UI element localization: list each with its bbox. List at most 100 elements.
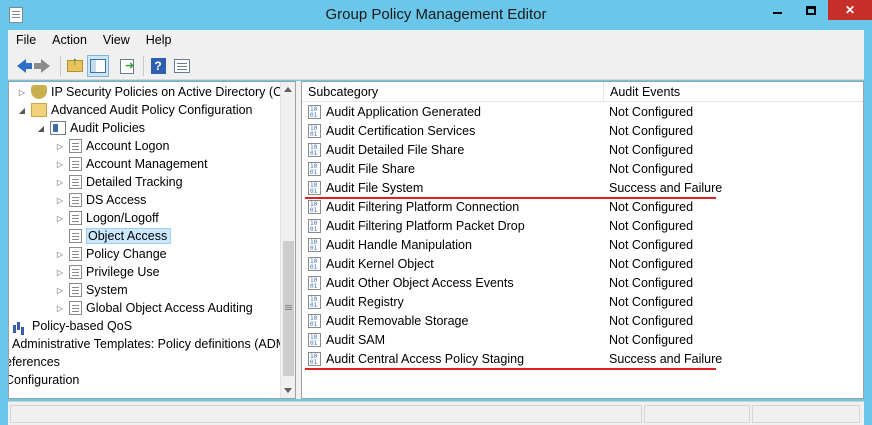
properties-button[interactable] [171,55,193,77]
toolbar: ? [8,50,864,80]
list-row[interactable]: Audit Registry Not Configured [302,293,863,312]
show-hide-tree-button[interactable] [87,55,109,77]
tree-item-label: Privilege Use [86,265,160,279]
back-arrow-icon [16,59,32,73]
expand-icon[interactable]: ▷ [55,160,65,169]
collapse-icon[interactable]: ◢ [17,106,27,115]
properties-icon [174,59,190,73]
list-row[interactable]: Audit File Share Not Configured [302,160,863,179]
export-list-button[interactable] [116,55,138,77]
list-row[interactable]: Audit Central Access Policy Staging Succe… [302,350,863,369]
tree-item-configuration[interactable]: Configuration [8,371,80,389]
tree-item-preferences[interactable]: eferences [9,353,60,371]
tree-item-label: Detailed Tracking [86,175,183,189]
audit-events-value: Not Configured [609,295,694,309]
subcategory-name: Audit Central Access Policy Staging [326,352,525,366]
forward-button[interactable] [33,55,56,77]
list-row[interactable]: Audit Application Generated Not Configure… [302,103,863,122]
expand-icon[interactable]: ▷ [55,142,65,151]
tree-item-account-management[interactable]: ▷ Account Management [55,155,208,173]
tree-item-policy-change[interactable]: ▷ Policy Change [55,245,167,263]
document-icon [69,265,82,279]
list-row[interactable]: Audit Removable Storage Not Configured [302,312,863,331]
shield-icon [31,85,47,99]
tree-item-label: IP Security Policies on Active Directory… [51,85,292,99]
tree-item-label: Administrative Templates: Policy definit… [12,337,287,351]
list-row[interactable]: Audit File System Success and Failure [302,179,863,198]
document-icon [69,211,82,225]
tree-pane[interactable]: ▷ IP Security Policies on Active Directo… [8,81,296,399]
tree-item-account-logon[interactable]: ▷ Account Logon [55,137,169,155]
list-row[interactable]: Audit SAM Not Configured [302,331,863,350]
expand-icon[interactable]: ▷ [55,250,65,259]
menu-view[interactable]: View [95,33,138,47]
expand-icon[interactable]: ▷ [55,268,65,277]
tree-item-object-access[interactable]: Object Access [55,227,172,245]
column-header-subcategory[interactable]: Subcategory [302,82,604,102]
tree-item-audit-policies[interactable]: ◢ Audit Policies [36,119,145,137]
subcategory-name: Audit Filtering Platform Packet Drop [326,219,525,233]
audit-setting-icon [308,105,321,119]
back-button[interactable] [10,55,32,77]
list-row[interactable]: Audit Other Object Access Events Not Conf… [302,274,863,293]
expand-icon[interactable]: ▷ [55,286,65,295]
tree-item-label: Account Logon [86,139,170,153]
tree-item-ip-security[interactable]: ▷ IP Security Policies on Active Directo… [17,83,292,101]
up-one-level-button[interactable] [64,54,86,77]
tree-item-privilege-use[interactable]: ▷ Privilege Use [55,263,160,281]
tree-item-global-object-access[interactable]: ▷ Global Object Access Auditing [55,299,253,317]
tree-item-policy-based-qos[interactable]: Policy-based QoS [12,317,132,335]
expand-icon[interactable]: ▷ [17,88,27,97]
status-segment [10,405,642,423]
tree-item-detailed-tracking[interactable]: ▷ Detailed Tracking [55,173,183,191]
menu-file[interactable]: File [8,33,44,47]
tree-item-label: Global Object Access Auditing [86,301,253,315]
audit-events-value: Not Configured [609,238,694,252]
tree-item-logon-logoff[interactable]: ▷ Logon/Logoff [55,209,159,227]
maximize-button[interactable] [794,0,828,20]
tree-item-system[interactable]: ▷ System [55,281,128,299]
audit-setting-icon [308,219,321,233]
tree-item-label: Configuration [8,373,80,387]
list-row[interactable]: Audit Filtering Platform Packet Drop Not … [302,217,863,236]
scroll-thumb[interactable] [283,241,294,376]
menu-action[interactable]: Action [44,33,95,47]
expand-icon[interactable]: ▷ [55,214,65,223]
close-button[interactable]: ✕ [828,0,872,20]
audit-events-value: Not Configured [609,124,694,138]
tree-item-label: Logon/Logoff [86,211,159,225]
menu-bar: File Action View Help [8,30,864,50]
audit-events-value: Not Configured [609,200,694,214]
subcategory-name: Audit Certification Services [326,124,476,138]
list-row[interactable]: Audit Certification Services Not Configur… [302,122,863,141]
scroll-down-icon[interactable] [284,388,292,393]
list-row[interactable]: Audit Detailed File Share Not Configured [302,141,863,160]
list-row[interactable]: Audit Filtering Platform Connection Not C… [302,198,863,217]
help-button[interactable]: ? [147,55,169,77]
minimize-button[interactable] [760,0,794,20]
list-row[interactable]: Audit Handle Manipulation Not Configured [302,236,863,255]
audit-setting-icon [308,257,321,271]
audit-setting-icon [308,238,321,252]
menu-help[interactable]: Help [138,33,180,47]
expand-icon[interactable]: ▷ [55,178,65,187]
list-row[interactable]: Audit Kernel Object Not Configured [302,255,863,274]
status-bar [8,401,864,425]
tree-item-administrative-templates[interactable]: Administrative Templates: Policy definit… [12,335,286,353]
expand-icon[interactable]: ▷ [55,304,65,313]
tree-vertical-scrollbar[interactable] [280,82,295,398]
toolbar-separator [60,56,61,76]
title-bar[interactable]: Group Policy Management Editor ✕ [0,0,872,30]
collapse-icon[interactable]: ◢ [36,124,46,133]
tree-item-ds-access[interactable]: ▷ DS Access [55,191,146,209]
help-icon: ? [150,58,166,74]
tree-item-advanced-audit[interactable]: ◢ Advanced Audit Policy Configuration [17,101,253,119]
scroll-up-icon[interactable] [284,87,292,92]
minimize-icon [772,12,782,14]
details-list[interactable]: Subcategory Audit Events Audit Applicati… [301,81,864,399]
audit-events-value: Not Configured [609,219,694,233]
column-header-audit-events[interactable]: Audit Events [604,82,863,102]
expand-icon[interactable]: ▷ [55,196,65,205]
document-icon [69,175,82,189]
subcategory-name: Audit Detailed File Share [326,143,465,157]
